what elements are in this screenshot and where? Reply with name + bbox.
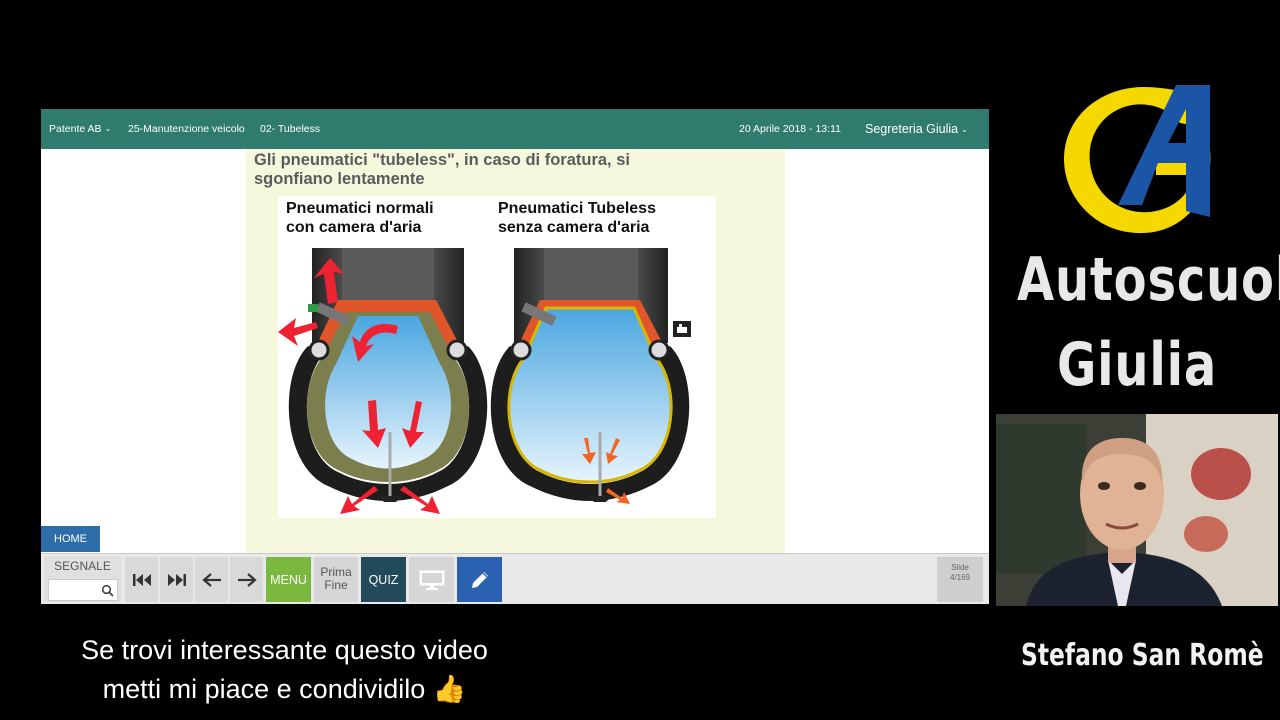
slide-counter-label: Slide — [951, 563, 969, 572]
prima-fine-button[interactable]: Prima Fine — [314, 557, 358, 602]
previous-arrow-icon — [201, 572, 221, 587]
tubeless-tyre — [490, 248, 690, 504]
first-slide-button[interactable] — [125, 557, 158, 602]
autoscuola-logo — [1064, 85, 1211, 234]
slide-counter-value: 4/169 — [949, 573, 971, 582]
home-button[interactable]: HOME — [41, 526, 100, 552]
caption-left-line1: Pneumatici normali — [286, 200, 434, 217]
video-caption: Se trovi interessante questo video metti… — [12, 631, 557, 709]
date-time: 20 Aprile 2018 - 13:11 — [739, 123, 841, 135]
segnale-box: SEGNALE — [44, 556, 121, 602]
breadcrumb-lesson[interactable]: 02- Tubeless — [260, 123, 320, 135]
user-menu[interactable]: Segreteria Giulia ⌄ — [865, 122, 968, 136]
next-slide-button[interactable] — [230, 557, 263, 602]
slide-counter: Slide 4/169 — [937, 557, 983, 602]
next-arrow-icon — [237, 572, 257, 587]
slide-title: Gli pneumatici "tubeless", in caso di fo… — [254, 151, 754, 189]
screen-button[interactable] — [409, 557, 454, 602]
last-slide-icon — [167, 573, 186, 586]
quiz-button[interactable]: QUIZ — [361, 557, 406, 602]
previous-slide-button[interactable] — [195, 557, 228, 602]
caption-left-line2: con camera d'aria — [286, 219, 422, 236]
presentation-app-window: Patente AB ⌄ 25-Manutenzione veicolo 02- … — [41, 109, 989, 604]
chevron-down-icon: ⌄ — [104, 124, 112, 133]
first-slide-icon — [132, 573, 151, 586]
brand-title-line1: Autoscuola — [1017, 245, 1280, 315]
webcam-scene — [996, 414, 1278, 606]
video-caption-line2: metti mi piace e condividilo 👍 — [102, 674, 467, 704]
video-caption-line1: Se trovi interessante questo video — [81, 635, 488, 665]
tyre-illustration — [278, 248, 691, 514]
caption-tubeless: Pneumatici Tubeless senza camera d'aria — [498, 199, 656, 237]
screen-icon — [419, 570, 444, 590]
camera-icon — [673, 321, 691, 337]
last-slide-button[interactable] — [160, 557, 193, 602]
bottom-toolbar: SEGNALE MENU Prima Fine QUIZ Slide 4/169 — [41, 553, 989, 604]
presenter-webcam — [996, 414, 1278, 606]
pen-button[interactable] — [457, 557, 502, 602]
tyre-with-tube — [278, 248, 488, 514]
menu-button[interactable]: MENU — [266, 557, 311, 602]
breadcrumb-course[interactable]: Patente AB ⌄ — [49, 123, 111, 135]
fine-label: Fine — [324, 578, 348, 592]
brand-title-line2: Giulia — [1056, 330, 1218, 400]
breadcrumb-chapter[interactable]: 25-Manutenzione veicolo — [128, 123, 245, 135]
breadcrumb-course-label: Patente AB — [49, 123, 102, 135]
caption-tyre-with-tube: Pneumatici normali con camera d'aria — [286, 199, 434, 237]
search-icon[interactable] — [101, 584, 115, 598]
segnale-label: SEGNALE — [54, 559, 111, 573]
chevron-down-icon: ⌄ — [961, 125, 968, 134]
user-name: Segreteria Giulia — [865, 122, 959, 136]
segnale-input[interactable] — [48, 579, 118, 601]
slide-title-line1: Gli pneumatici "tubeless", in caso di fo… — [254, 151, 630, 169]
presenter-name: Stefano San Romè — [1021, 638, 1264, 673]
slide-title-line2: sgonfiano lentamente — [254, 170, 425, 188]
pen-icon — [471, 571, 488, 588]
caption-right-line1: Pneumatici Tubeless — [498, 200, 656, 217]
tyre-comparison-figure: Pneumatici normali con camera d'aria Pne… — [278, 196, 716, 518]
slide-canvas: Gli pneumatici "tubeless", in caso di fo… — [246, 149, 785, 553]
caption-right-line2: senza camera d'aria — [498, 219, 650, 236]
top-bar: Patente AB ⌄ 25-Manutenzione veicolo 02- … — [41, 109, 989, 149]
